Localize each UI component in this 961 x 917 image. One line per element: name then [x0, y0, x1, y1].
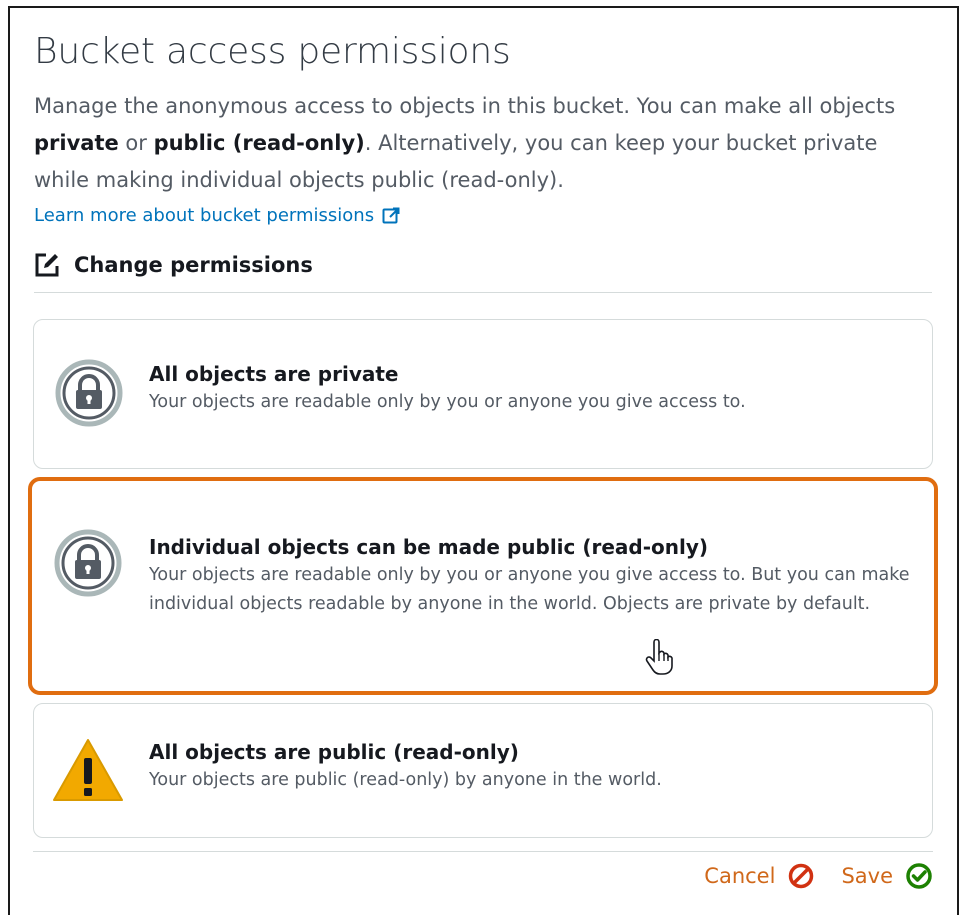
cancel-label: Cancel — [704, 864, 776, 888]
option-description: Your objects are readable only by you or… — [149, 392, 746, 412]
option-description: Your objects are public (read-only) by a… — [149, 770, 662, 790]
option-title: All objects are private — [149, 362, 399, 386]
action-bar: Cancel Save — [704, 862, 933, 890]
permissions-panel: Bucket access permissions Manage the ano… — [34, 30, 932, 293]
cancel-button[interactable]: Cancel — [704, 862, 815, 890]
edit-icon — [35, 253, 59, 277]
external-link-icon — [382, 207, 400, 223]
warning-icon — [53, 739, 123, 801]
description-public: public (read-only) — [153, 131, 365, 155]
divider — [34, 292, 932, 293]
page-title: Bucket access permissions — [34, 31, 511, 72]
change-permissions-label: Change permissions — [74, 253, 313, 277]
option-title: All objects are public (read-only) — [149, 740, 519, 764]
divider — [33, 851, 933, 852]
lock-icon — [54, 529, 122, 597]
description-private: private — [34, 131, 119, 155]
option-individual-public[interactable]: Individual objects can be made public (r… — [28, 477, 938, 695]
check-circle-icon — [906, 863, 932, 889]
save-label: Save — [841, 864, 893, 888]
description: Manage the anonymous access to objects i… — [34, 88, 924, 199]
option-description: Your objects are readable only by you or… — [149, 565, 910, 614]
option-all-private[interactable]: All objects are private Your objects are… — [33, 319, 933, 469]
lock-icon — [55, 359, 123, 427]
change-permissions-header: Change permissions — [34, 252, 932, 278]
learn-more-link[interactable]: Learn more about bucket permissions — [34, 205, 400, 226]
description-text: Manage the anonymous access to objects i… — [34, 94, 896, 118]
hand-cursor-icon — [645, 639, 673, 675]
option-all-public[interactable]: All objects are public (read-only) Your … — [33, 703, 933, 838]
description-or: or — [118, 131, 154, 155]
option-title: Individual objects can be made public (r… — [149, 535, 709, 559]
save-button[interactable]: Save — [841, 862, 933, 890]
cancel-icon — [789, 863, 814, 889]
learn-more-label: Learn more about bucket permissions — [34, 205, 375, 226]
